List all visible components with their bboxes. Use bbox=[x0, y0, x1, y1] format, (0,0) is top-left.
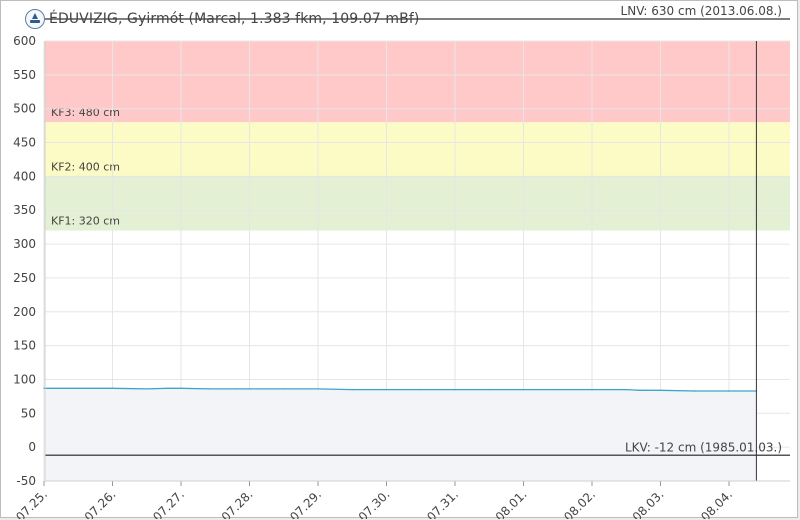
series-point bbox=[351, 388, 353, 391]
series-point bbox=[639, 389, 641, 391]
y-tick-label: 250 bbox=[13, 271, 36, 285]
x-tick-label: 08.03. bbox=[630, 487, 667, 519]
x-tick-label: 07.25. bbox=[13, 487, 50, 519]
y-tick-label: 550 bbox=[13, 68, 36, 82]
x-tick-label: 08.04. bbox=[698, 487, 735, 519]
x-tick-label: 07.27. bbox=[150, 487, 187, 519]
series-point bbox=[146, 388, 148, 390]
chart-title: ÉDUVIZIG, Gyirmót (Marcal, 1.383 fkm, 10… bbox=[49, 11, 420, 27]
series-point bbox=[43, 387, 45, 389]
y-tick-label: 300 bbox=[13, 237, 36, 251]
series-point bbox=[283, 388, 285, 390]
series-point bbox=[166, 387, 168, 389]
alert-band-1 bbox=[45, 41, 790, 123]
alert-band-label: KF3: 480 cm bbox=[51, 106, 120, 119]
x-tick-label: 07.28. bbox=[219, 487, 256, 519]
chart-header: ÉDUVIZIG, Gyirmót (Marcal, 1.383 fkm, 10… bbox=[25, 7, 419, 31]
series-point bbox=[728, 390, 730, 392]
x-tick-label: 08.01. bbox=[493, 487, 530, 519]
y-tick-label: 150 bbox=[13, 339, 36, 353]
y-tick-label: 450 bbox=[13, 136, 36, 150]
y-tick-label: 400 bbox=[13, 169, 36, 183]
water-level-chart[interactable]: KF3: 480 cm KF2: 400 cm KF1: 320 cm LNV: 6… bbox=[1, 1, 799, 519]
series-point bbox=[659, 389, 662, 391]
series-point bbox=[625, 388, 627, 391]
alert-band-2 bbox=[45, 122, 790, 177]
lnv-label: LNV: 630 cm (2013.06.08.) bbox=[621, 4, 782, 18]
x-tick-label: 07.26. bbox=[82, 487, 119, 519]
series-point bbox=[488, 388, 490, 391]
series-point bbox=[317, 388, 319, 390]
series-point bbox=[77, 387, 80, 389]
alert-bands: KF3: 480 cm KF2: 400 cm KF1: 320 cm bbox=[45, 41, 790, 231]
x-tick-label: 08.02. bbox=[561, 487, 598, 519]
eduvizig-logo-icon bbox=[25, 9, 45, 29]
x-tick-label: 07.29. bbox=[287, 487, 324, 519]
y-tick-label: 100 bbox=[13, 372, 36, 386]
alert-band-3 bbox=[45, 176, 790, 231]
y-tick-label: 200 bbox=[13, 305, 36, 319]
lkv-label: LKV: -12 cm (1985.01.03.) bbox=[625, 440, 782, 454]
y-tick-label: -50 bbox=[16, 474, 36, 488]
series-point bbox=[385, 388, 388, 391]
y-tick-label: 50 bbox=[21, 406, 36, 420]
series-point bbox=[694, 390, 696, 392]
series-point bbox=[557, 388, 559, 391]
x-tick-label: 07.31. bbox=[424, 487, 461, 519]
series-point bbox=[454, 388, 456, 391]
alert-band-label: KF2: 400 cm bbox=[51, 160, 120, 173]
series-point bbox=[248, 388, 251, 390]
y-tick-label: 0 bbox=[28, 440, 36, 454]
chart-panel: ÉDUVIZIG, Gyirmót (Marcal, 1.383 fkm, 10… bbox=[0, 0, 799, 519]
y-tick-label: 350 bbox=[13, 203, 36, 217]
series-point bbox=[180, 387, 182, 389]
series-point bbox=[111, 387, 114, 389]
series-area bbox=[44, 388, 757, 481]
x-tick-label: 07.30. bbox=[356, 487, 393, 519]
series-point bbox=[591, 388, 593, 391]
series-point bbox=[522, 388, 525, 391]
series-point bbox=[207, 388, 210, 390]
series-point bbox=[420, 388, 422, 391]
y-tick-label: 500 bbox=[13, 102, 36, 116]
series-point bbox=[235, 388, 237, 390]
y-tick-label: 600 bbox=[13, 34, 36, 48]
series-layer bbox=[43, 387, 758, 481]
alert-band-label: KF1: 320 cm bbox=[51, 215, 120, 228]
